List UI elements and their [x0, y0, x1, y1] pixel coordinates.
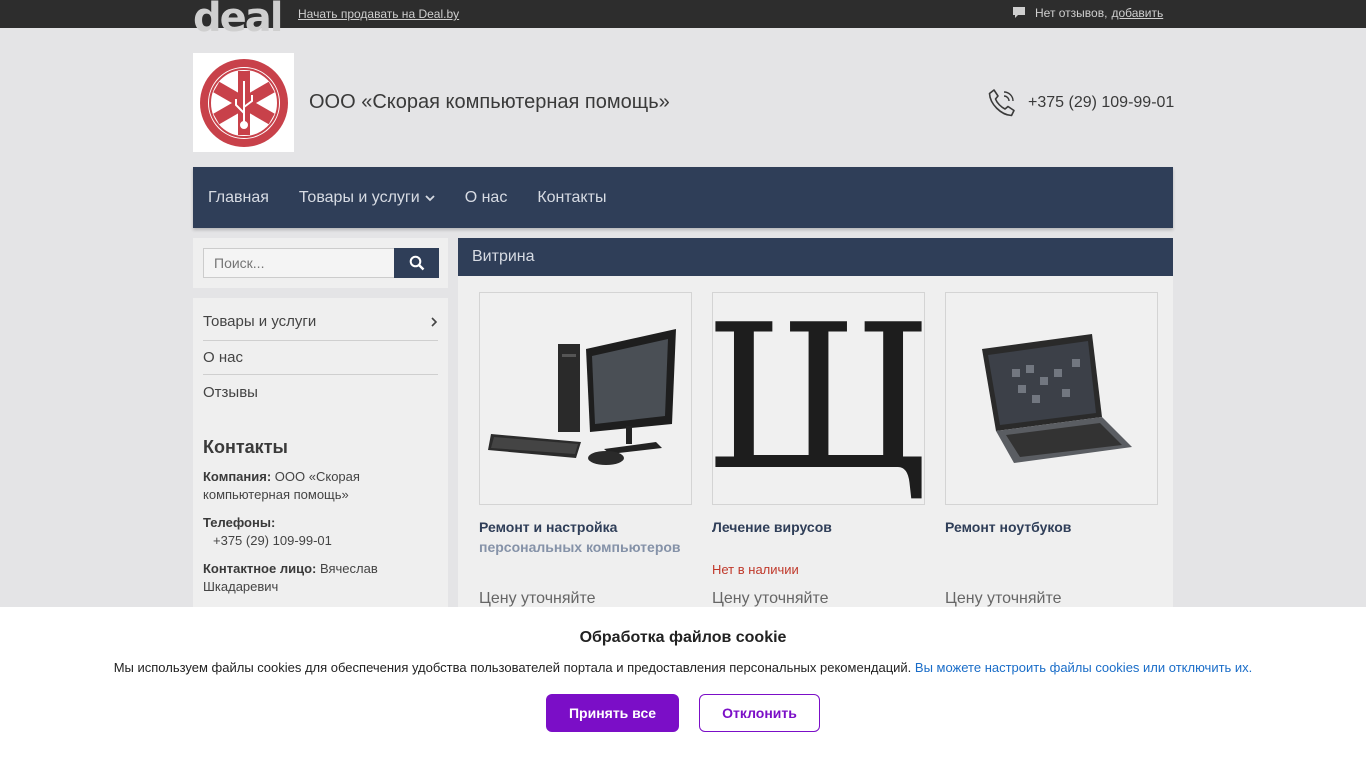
- sidebar-item-about[interactable]: О нас: [203, 341, 438, 375]
- reviews-text: Нет отзывов,: [1035, 6, 1108, 20]
- sidebar-item-reviews[interactable]: Отзывы: [203, 375, 438, 409]
- start-selling-link[interactable]: Начать продавать на Deal.by: [298, 7, 459, 21]
- product-name[interactable]: Лечение вирусов: [712, 517, 925, 537]
- product-price: Цену уточняйте: [945, 590, 1062, 607]
- chevron-down-icon: [425, 194, 435, 201]
- product-price: Цену уточняйте: [479, 590, 596, 607]
- reviews-info: Нет отзывов, добавить: [1012, 6, 1163, 20]
- header-phone[interactable]: +375 (29) 109-99-01: [986, 87, 1174, 119]
- showcase-title: Витрина: [458, 238, 1173, 276]
- chat-icon: [1013, 7, 1025, 18]
- deal-logo[interactable]: deal: [193, 0, 283, 38]
- product-card[interactable]: Ремонт ноутбуков Цену уточняйте: [945, 292, 1158, 607]
- contact-company: Компания: ООО «Скорая компьютерная помощ…: [203, 469, 360, 502]
- cookie-banner: Обработка файлов cookie Мы используем фа…: [0, 607, 1366, 768]
- contact-person: Контактное лицо: Вячеслав Шкадаревич: [203, 561, 378, 594]
- cookie-settings-link[interactable]: Вы можете настроить файлы cookies или от…: [915, 660, 1252, 675]
- top-bar: deal Начать продавать на Deal.by Нет отз…: [0, 0, 1366, 38]
- phone-number[interactable]: +375 (29) 109-99-01: [1028, 94, 1174, 112]
- product-card[interactable]: Щ Лечение вирусов Нет в наличии Цену уто…: [712, 292, 925, 607]
- decline-cookies-button[interactable]: Отклонить: [699, 694, 820, 732]
- product-price: Цену уточняйте: [712, 590, 829, 607]
- cookie-buttons: Принять все Отклонить: [0, 694, 1366, 732]
- contact-phone-number[interactable]: +375 (29) 109-99-01: [203, 532, 438, 550]
- sidebar-item-products[interactable]: Товары и услуги: [203, 298, 438, 341]
- add-review-link[interactable]: добавить: [1111, 6, 1163, 20]
- product-image[interactable]: Щ: [712, 292, 925, 505]
- contacts-heading: Контакты: [203, 437, 288, 457]
- search-input[interactable]: [203, 248, 395, 278]
- nav-item-contacts[interactable]: Контакты: [537, 189, 606, 207]
- product-name[interactable]: Ремонт ноутбуков: [945, 517, 1158, 537]
- nav-item-about[interactable]: О нас: [465, 189, 508, 207]
- main-nav: Главная Товары и услуги О нас Контакты: [193, 167, 1173, 228]
- sidebar-panel: Товары и услуги О нас Отзывы Контакты Ко…: [193, 298, 448, 628]
- product-image[interactable]: [479, 292, 692, 505]
- sidebar-menu: Товары и услуги О нас Отзывы: [203, 298, 438, 409]
- company-logo[interactable]: [193, 53, 294, 152]
- cookie-title: Обработка файлов cookie: [579, 629, 787, 646]
- sidebar-search: [193, 238, 448, 288]
- chevron-right-icon: [431, 316, 438, 327]
- medical-star-logo-icon: [199, 58, 288, 147]
- accept-cookies-button[interactable]: Принять все: [546, 694, 679, 732]
- contact-phones: Телефоны: +375 (29) 109-99-01: [203, 514, 438, 550]
- search-icon: [409, 255, 424, 271]
- search-button[interactable]: [394, 248, 439, 278]
- nav-item-products[interactable]: Товары и услуги: [299, 189, 435, 207]
- cookie-text: Мы используем файлы cookies для обеспече…: [113, 660, 1253, 675]
- nav-item-home[interactable]: Главная: [208, 189, 269, 207]
- product-card[interactable]: Ремонт и настройка персональных компьюте…: [479, 292, 692, 607]
- desktop-computer-image: [487, 328, 676, 465]
- product-image[interactable]: [945, 292, 1158, 505]
- company-name: ООО «Скорая компьютерная помощь»: [309, 91, 670, 113]
- product-name[interactable]: Ремонт и настройка персональных компьюте…: [479, 517, 692, 557]
- stock-status: Нет в наличии: [712, 562, 799, 577]
- laptop-image: [981, 333, 1132, 463]
- phone-icon: [988, 89, 1015, 117]
- virus-treatment-image: Щ: [712, 292, 925, 505]
- showcase-panel: Витрина Ремонт и настройка персональных …: [458, 238, 1173, 638]
